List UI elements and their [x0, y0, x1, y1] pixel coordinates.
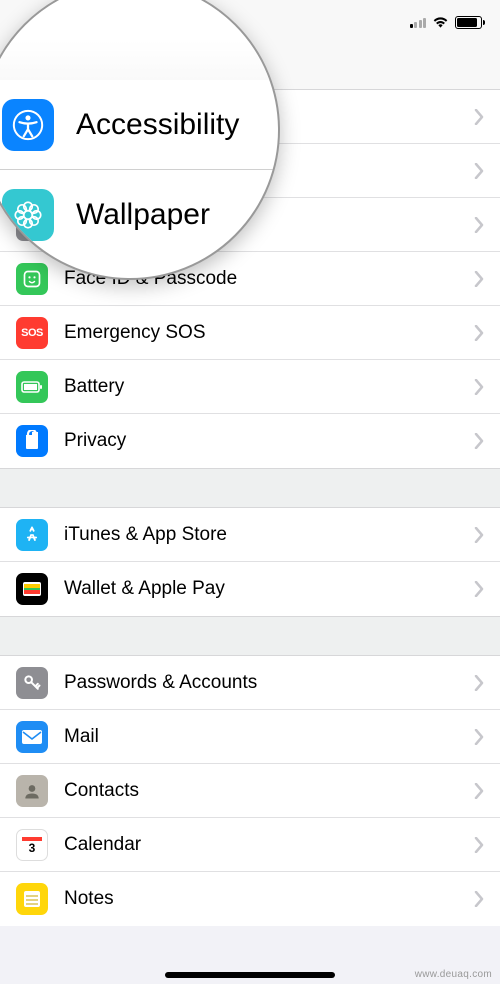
contacts-icon: [16, 775, 48, 807]
section-divider: [0, 468, 500, 508]
chevron-right-icon: [474, 217, 484, 233]
faceid-icon: [16, 263, 48, 295]
appstore-icon: [16, 519, 48, 551]
settings-row-label: Privacy: [64, 430, 474, 452]
settings-row-notes[interactable]: Notes: [0, 872, 500, 926]
magnified-row-accessibility[interactable]: Accessibility: [0, 80, 278, 170]
settings-row-label: Contacts: [64, 780, 474, 802]
magnified-row-label: Wallpaper: [76, 198, 210, 232]
chevron-right-icon: [474, 837, 484, 853]
settings-row-label: Calendar: [64, 834, 474, 856]
settings-row-label: iTunes & App Store: [64, 524, 474, 546]
wallpaper-icon: [2, 189, 54, 241]
wallet-icon: [16, 573, 48, 605]
chevron-right-icon: [474, 581, 484, 597]
battery-icon: [455, 16, 482, 29]
chevron-right-icon: [474, 271, 484, 287]
cellular-signal-icon: [410, 16, 427, 28]
accessibility-icon: [2, 99, 54, 151]
settings-row-label: Mail: [64, 726, 474, 748]
watermark: www.deuaq.com: [415, 969, 492, 980]
settings-row-wallet[interactable]: Wallet & Apple Pay: [0, 562, 500, 616]
settings-row-label: Battery: [64, 376, 474, 398]
chevron-right-icon: [474, 891, 484, 907]
chevron-right-icon: [474, 675, 484, 691]
settings-row-calendar[interactable]: 3 Calendar: [0, 818, 500, 872]
settings-row-battery[interactable]: Battery: [0, 360, 500, 414]
privacy-icon: [16, 425, 48, 457]
settings-row-mail[interactable]: Mail: [0, 710, 500, 764]
svg-text:3: 3: [29, 841, 36, 855]
magnified-row-label: Accessibility: [76, 108, 239, 142]
chevron-right-icon: [474, 433, 484, 449]
home-indicator[interactable]: [165, 972, 335, 978]
chevron-right-icon: [474, 783, 484, 799]
chevron-right-icon: [474, 527, 484, 543]
calendar-icon: 3: [16, 829, 48, 861]
chevron-right-icon: [474, 379, 484, 395]
settings-row-contacts[interactable]: Contacts: [0, 764, 500, 818]
sos-icon: SOS: [16, 317, 48, 349]
settings-row-label: Notes: [64, 888, 474, 910]
settings-row-sos[interactable]: SOS Emergency SOS: [0, 306, 500, 360]
chevron-right-icon: [474, 325, 484, 341]
key-icon: [16, 667, 48, 699]
settings-row-appstore[interactable]: iTunes & App Store: [0, 508, 500, 562]
wifi-icon: [432, 16, 449, 29]
chevron-right-icon: [474, 109, 484, 125]
mail-icon: [16, 721, 48, 753]
section-divider: [0, 616, 500, 656]
notes-icon: [16, 883, 48, 915]
magnifier-overlay: Accessibility Wallpaper: [0, 0, 280, 280]
magnified-row-wallpaper[interactable]: Wallpaper: [0, 170, 278, 260]
settings-row-label: Passwords & Accounts: [64, 672, 474, 694]
settings-row-label: Wallet & Apple Pay: [64, 578, 474, 600]
battery-icon: [16, 371, 48, 403]
settings-section-accounts: Passwords & Accounts Mail Contacts 3 Cal…: [0, 656, 500, 926]
chevron-right-icon: [474, 729, 484, 745]
settings-row-label: Emergency SOS: [64, 322, 474, 344]
settings-row-passwords[interactable]: Passwords & Accounts: [0, 656, 500, 710]
settings-section-store: iTunes & App Store Wallet & Apple Pay: [0, 508, 500, 616]
chevron-right-icon: [474, 163, 484, 179]
settings-row-privacy[interactable]: Privacy: [0, 414, 500, 468]
